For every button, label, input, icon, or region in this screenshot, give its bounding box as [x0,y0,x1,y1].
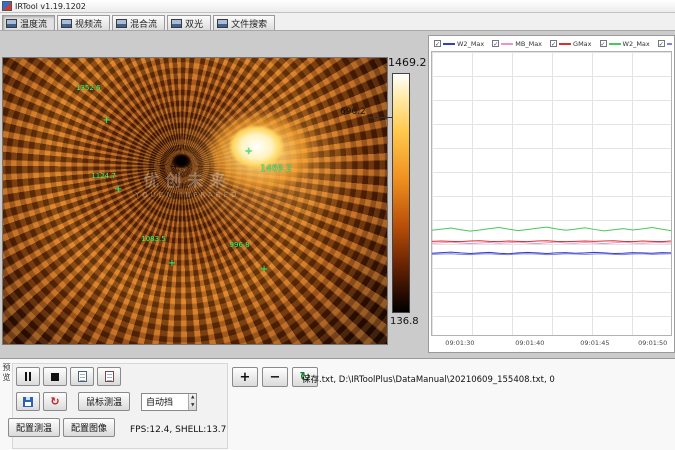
legend-label: GMax [573,40,591,48]
tab-label: 混合流 [130,17,157,30]
measure-cross-icon: + [168,261,176,267]
legend-item[interactable]: ✓MG_Max [658,40,672,48]
tab-3[interactable]: 双光 [167,15,211,30]
scale-marker-label: 696.2 [340,107,366,117]
auto-mode-value: 自动挡 [142,395,188,408]
legend-color-line [501,43,513,45]
legend-label: MB_Max [515,40,542,48]
pause-icon [25,372,27,381]
title-bar: IRTool v1.19.1202 [0,0,675,13]
temperature-scale-bar [392,73,410,313]
legend-item[interactable]: ✓ W2_Max [434,40,484,48]
tab-label: 文件搜索 [231,17,267,30]
legend-color-line [559,43,571,45]
config-image-button[interactable]: 配置图像 [63,418,115,437]
checkbox-icon[interactable]: ✓ [434,40,441,47]
measure-cross-icon: + [260,267,268,273]
mouse-measure-button[interactable]: 鼠标测温 [78,392,130,411]
fps-status: FPS:12.4, SHELL:13.7 [130,425,226,435]
zoom-out-button[interactable]: − [262,367,288,387]
bottom-panel: 预览 + − ↻ 保存.txt, D:\IRToolPlus\DataManua… [0,358,675,450]
legend-item[interactable]: ✓ GMax [550,40,591,48]
legend-item[interactable]: ✓ MB_Max [492,40,542,48]
tab-2[interactable]: 混合流 [112,15,165,30]
tab-0[interactable]: 温度流 [2,15,55,30]
camera-icon [61,19,72,28]
tab-bar: 温度流 视频流 混合流 双光 文件搜索 [0,13,675,31]
export-data-button[interactable] [97,367,121,386]
chart-plot [431,51,672,336]
scale-max-label: 1469.2 [388,56,427,69]
chart-series-svg [432,52,671,335]
scale-min-label: 136.8 [390,316,419,327]
auto-mode-select[interactable]: 自动挡 ▲ ▼ [141,393,197,411]
preview-vertical-label: 预览 [1,363,12,383]
camera-icon [171,19,182,28]
measure-cross-icon: + [114,187,122,193]
measure-temp-label: 1124.7 [91,172,116,180]
measure-temp-label: 1352.6 [76,84,101,92]
series-line [432,242,671,243]
legend-color-line [609,43,621,45]
zoom-in-button[interactable]: + [232,367,258,387]
arrow-up-icon[interactable]: ▲ [189,394,196,402]
record-data-button[interactable] [70,367,94,386]
checkbox-icon[interactable]: ✓ [658,40,665,47]
reload-button[interactable]: ↻ [43,392,67,411]
pause-button[interactable] [16,367,40,386]
checkbox-icon[interactable]: ✓ [492,40,499,47]
x-tick-label: 09:01:45 [580,339,609,347]
thermal-image[interactable]: 优创未来 YOUCN INFRARED +1352.6+1124.7+1469.… [2,57,388,345]
tab-label: 双光 [185,17,203,30]
chart-legend: ✓ W2_Max ✓ MB_Max ✓ GMax ✓ W2_Max ✓MG_Max [434,38,672,49]
reload-icon: ↻ [50,395,59,408]
legend-color-line [667,43,672,45]
checkbox-icon[interactable]: ✓ [600,40,607,47]
camera-icon [6,19,17,28]
legend-label: W2_Max [457,40,484,48]
measure-cross-icon: + [102,118,110,124]
measure-cross-icon: + [245,149,253,155]
chart-x-axis: 09:01:30 09:01:40 09:01:45 09:01:50 [431,338,672,349]
checkbox-icon[interactable]: ✓ [550,40,557,47]
measure-temp-label: 1469.2 [260,164,292,174]
legend-color-line [443,43,455,45]
measure-temp-label: 996.8 [230,241,250,249]
stop-button[interactable] [43,367,67,386]
window-title: IRTool v1.19.1202 [15,2,86,11]
tab-label: 视频流 [75,17,102,30]
series-line [432,254,671,255]
legend-item[interactable]: ✓ W2_Max [600,40,650,48]
measure-temp-label: 1083.5 [141,235,166,243]
camera-icon [116,19,127,28]
document-save-icon [105,371,114,382]
document-icon [78,371,87,382]
app-icon [2,1,12,11]
x-tick-label: 09:01:40 [515,339,544,347]
app-window: { "window": { "title": "IRTool v1.19.120… [0,0,675,450]
legend-label: W2_Max [623,40,650,48]
tab-label: 温度流 [20,17,47,30]
save-button[interactable] [16,392,40,411]
x-tick-label: 09:01:30 [445,339,474,347]
stop-icon [51,373,59,381]
x-tick-label: 09:01:50 [638,339,667,347]
series-line [432,227,671,231]
camera-icon [217,19,228,28]
scale-marker-tick [367,117,392,118]
watermark-en: YOUCN INFRARED [72,191,302,199]
series-line [432,241,671,242]
config-measure-button[interactable]: 配置测温 [8,418,60,437]
tab-1[interactable]: 视频流 [57,15,110,30]
spinner-arrows[interactable]: ▲ ▼ [188,394,196,410]
tab-4[interactable]: 文件搜索 [213,15,275,30]
floppy-icon [23,397,33,407]
arrow-down-icon[interactable]: ▼ [189,402,196,410]
chart-panel: ✓ W2_Max ✓ MB_Max ✓ GMax ✓ W2_Max ✓MG_Max 09:01:… [428,35,675,353]
save-path-text: 保存.txt, D:\IRToolPlus\DataManual\2021060… [302,373,555,385]
